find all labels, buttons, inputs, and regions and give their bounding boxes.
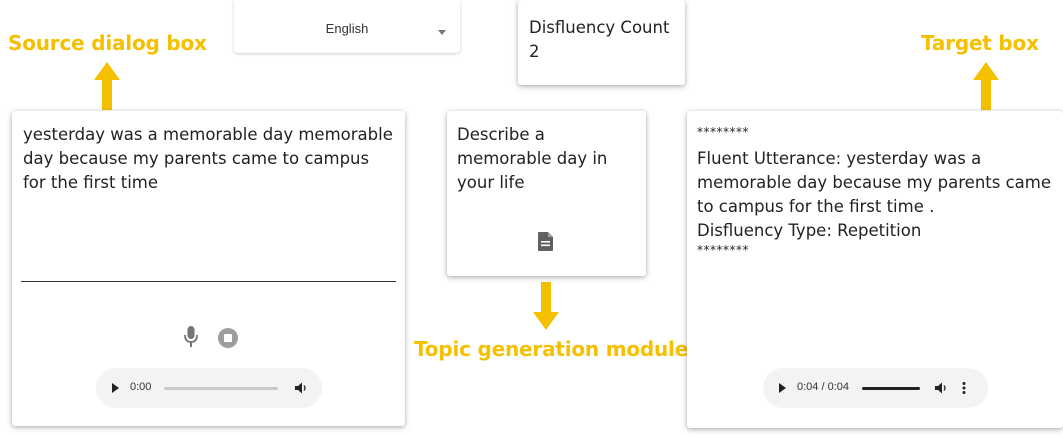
audio-progress-track[interactable] [164,387,278,390]
arrow-down-icon [533,282,559,330]
microphone-icon[interactable] [184,326,198,348]
disfluency-count-card: Disfluency Count 2 [518,0,685,85]
arrow-up-icon [973,62,999,110]
language-select-value: English [325,21,369,36]
language-select[interactable]: English [234,0,460,53]
source-input-underline [21,281,396,282]
audio-time: 0:00 [130,381,152,393]
volume-icon[interactable] [934,381,948,395]
dropdown-caret-icon [438,30,446,35]
play-icon[interactable] [779,383,786,393]
stop-icon[interactable] [218,328,238,348]
document-icon[interactable] [538,232,553,251]
volume-icon[interactable] [294,381,308,395]
disfluency-type-text: Disfluency Type: Repetition [697,221,922,240]
topic-generation-card: Describe a memorable day in your life [447,111,646,276]
topic-prompt: Describe a memorable day in your life [457,125,608,192]
disfluency-count-label: Disfluency Count [529,18,670,37]
target-annotation-label: Target box [921,31,1039,55]
disfluency-count-value: 2 [529,42,540,61]
target-box: ******** Fluent Utterance: yesterday was… [687,111,1063,428]
more-options-icon[interactable] [962,381,966,395]
source-dialog-box: yesterday was a memorable day memorable … [12,111,405,426]
audio-time: 0:04 / 0:04 [797,381,849,393]
topic-annotation-label: Topic generation module [414,337,689,361]
source-annotation-label: Source dialog box [8,31,207,55]
play-icon[interactable] [112,383,119,393]
source-transcript[interactable]: yesterday was a memorable day memorable … [23,123,393,195]
arrow-up-icon [94,62,120,110]
target-audio-player[interactable]: 0:04 / 0:04 [763,368,988,408]
target-separator-top: ******** [697,125,749,139]
fluent-utterance-text: Fluent Utterance: yesterday was a memora… [697,149,1052,216]
source-audio-player[interactable]: 0:00 [96,368,322,408]
audio-progress-track[interactable] [862,387,920,390]
target-output: ******** Fluent Utterance: yesterday was… [697,123,1061,257]
target-separator-bottom: ******** [697,243,749,257]
